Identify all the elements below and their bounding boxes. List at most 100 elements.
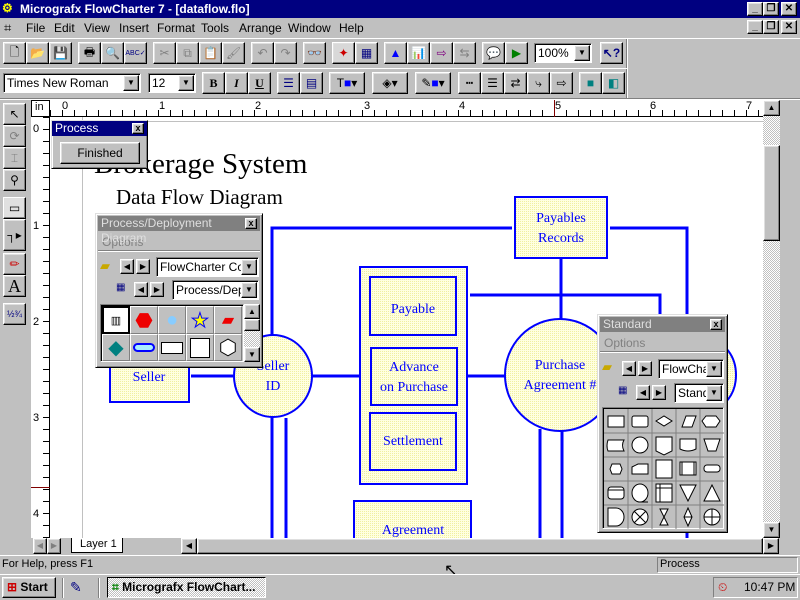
doc-restore-button[interactable]: ❐ — [763, 20, 779, 34]
menu-edit[interactable]: Edit — [54, 21, 75, 35]
close-icon[interactable]: x — [132, 123, 144, 134]
spell-check-button[interactable]: ABC✓ — [124, 42, 147, 64]
sheet-next-button[interactable]: ▶ — [150, 282, 164, 297]
data-table-button[interactable]: ▦ — [355, 42, 378, 64]
shape-star[interactable]: ★ — [186, 306, 214, 334]
menu-window[interactable]: Window — [288, 21, 331, 35]
italic-button[interactable]: I — [225, 72, 248, 94]
doc-close-button[interactable]: ✕ — [781, 20, 797, 34]
sheet-select[interactable]: Stand ▼ — [674, 383, 724, 403]
new-button[interactable]: 🗋 — [3, 42, 26, 64]
library-prev-button[interactable]: ◀ — [622, 361, 636, 376]
print-button[interactable]: 🖶 — [78, 42, 101, 64]
underline-button[interactable]: U — [248, 72, 271, 94]
horizontal-scrollbar[interactable]: ◀ ▶ — [181, 538, 780, 554]
menu-insert[interactable]: Insert — [119, 21, 149, 35]
shape-hexagon[interactable]: ⬢ — [214, 334, 242, 361]
shadow-button[interactable]: ■ — [579, 72, 602, 94]
menu-view[interactable]: View — [84, 21, 110, 35]
numbering-tool[interactable]: ½¾ — [3, 303, 26, 325]
connect-button[interactable]: ⇆ — [453, 42, 476, 64]
library-select[interactable]: FlowCharter Cool ▼ — [156, 257, 259, 277]
align-center-button[interactable]: ☰ — [277, 72, 300, 94]
shape-octagon[interactable]: ⬣ — [130, 306, 158, 334]
clock[interactable]: 10:47 PM — [744, 578, 795, 597]
cut-button[interactable]: ✂ — [153, 42, 176, 64]
options-menu[interactable]: Options — [598, 334, 727, 352]
shape-parallelogram[interactable]: ▰ — [214, 306, 242, 334]
library-select[interactable]: FlowChar ▼ — [658, 359, 724, 379]
fill-color-button[interactable]: ◈▾ — [372, 72, 408, 94]
restore-button[interactable]: ❐ — [763, 2, 779, 16]
context-help-button[interactable]: ↖? — [600, 42, 623, 64]
line-weight-button[interactable]: ☰ — [481, 72, 504, 94]
menu-tools[interactable]: Tools — [201, 21, 229, 35]
sheet-prev-button[interactable]: ◀ — [636, 385, 650, 400]
crop-tool[interactable]: ⌶ — [3, 147, 26, 169]
run-button[interactable]: ▶ — [505, 42, 528, 64]
save-button[interactable]: 💾 — [49, 42, 72, 64]
text-color-button[interactable]: T■▾ — [329, 72, 365, 94]
scroll-right-button[interactable]: ▶ — [763, 538, 779, 554]
node-agreement[interactable]: Agreement — [353, 500, 472, 538]
document-icon[interactable]: ⌗ — [4, 20, 11, 36]
zoom-select[interactable]: 100% ▼ — [534, 43, 592, 63]
chevron-down-icon[interactable]: ▼ — [123, 75, 139, 91]
arrow-shape-button[interactable]: ⇨ — [550, 72, 573, 94]
copy-button[interactable]: ⧉ — [176, 42, 199, 64]
taskbar-app-button[interactable]: ⌗ Micrografx FlowChart... — [107, 577, 266, 598]
library-next-button[interactable]: ▶ — [136, 259, 150, 274]
bold-button[interactable]: B — [202, 72, 225, 94]
layer-next-button[interactable]: ▶ — [47, 538, 61, 554]
arrow-ends-button[interactable]: ⇄ — [504, 72, 527, 94]
connector-tool[interactable]: ┐▸ — [3, 219, 26, 251]
shape-sphere[interactable]: ● — [158, 306, 186, 334]
doc-minimize-button[interactable]: _ — [747, 20, 763, 34]
redo-button[interactable]: ↷ — [274, 42, 297, 64]
start-button[interactable]: ⊞ Start — [2, 577, 56, 598]
close-button[interactable]: ✕ — [781, 2, 797, 16]
node-payables-records[interactable]: Payables Records — [514, 196, 608, 259]
palette-scroll-up[interactable]: ▲ — [244, 304, 260, 319]
palette-scroll-down[interactable]: ▼ — [244, 347, 260, 362]
font-name-select[interactable]: Times New Roman ▼ — [3, 73, 141, 93]
scroll-thumb[interactable] — [763, 145, 780, 241]
shape-rectangle[interactable] — [158, 334, 186, 361]
rectangle-tool[interactable]: ▭ — [3, 197, 26, 219]
chevron-down-icon[interactable]: ▼ — [178, 75, 194, 91]
menu-arrange[interactable]: Arrange — [239, 21, 282, 35]
chevron-down-icon[interactable]: ▼ — [574, 45, 590, 61]
node-process-group[interactable]: Payable Advance on Purchase Settlement — [359, 266, 468, 485]
graph-button[interactable]: 📊 — [407, 42, 430, 64]
shape-square[interactable] — [186, 334, 214, 361]
sheet-select[interactable]: Process/Depl ▼ — [172, 280, 259, 300]
undo-button[interactable]: ↶ — [251, 42, 274, 64]
vertical-scrollbar[interactable]: ▲ ▼ — [763, 100, 780, 538]
open-button[interactable]: 📂 — [26, 42, 49, 64]
line-route-button[interactable]: ⤷ — [527, 72, 550, 94]
comment-button[interactable]: 💬 — [482, 42, 505, 64]
paste-button[interactable]: 📋 — [199, 42, 222, 64]
chart-button[interactable]: ▲ — [384, 42, 407, 64]
3d-button[interactable]: ◧ — [602, 72, 625, 94]
layer-prev-button[interactable]: ◀ — [33, 538, 47, 554]
menu-file[interactable]: File — [26, 21, 45, 35]
minimize-button[interactable]: _ — [747, 2, 763, 16]
print-preview-button[interactable]: 🔍 — [101, 42, 124, 64]
scroll-up-button[interactable]: ▲ — [763, 100, 780, 116]
shape-palette-button[interactable]: ✦ — [332, 42, 355, 64]
layer-tab[interactable]: Layer 1 — [71, 538, 123, 553]
shape-diamond[interactable]: ◆ — [102, 334, 130, 361]
chevron-down-icon[interactable]: ▼ — [241, 282, 257, 298]
scheduler-icon[interactable]: ⏲ — [718, 580, 727, 594]
link-button[interactable]: ⇨ — [430, 42, 453, 64]
shape-cylinder[interactable]: ▥ — [102, 306, 130, 334]
line-style-button[interactable]: ┅ — [458, 72, 481, 94]
chevron-down-icon[interactable]: ▼ — [706, 385, 722, 401]
library-prev-button[interactable]: ◀ — [120, 259, 134, 274]
scroll-down-button[interactable]: ▼ — [763, 522, 780, 538]
deploy-palette-title[interactable]: Process/Deployment Diagram x — [98, 216, 260, 245]
close-icon[interactable]: x — [245, 218, 257, 229]
sheet-prev-button[interactable]: ◀ — [134, 282, 148, 297]
palette-scrollbar[interactable]: ▲ ▼ — [244, 304, 260, 362]
